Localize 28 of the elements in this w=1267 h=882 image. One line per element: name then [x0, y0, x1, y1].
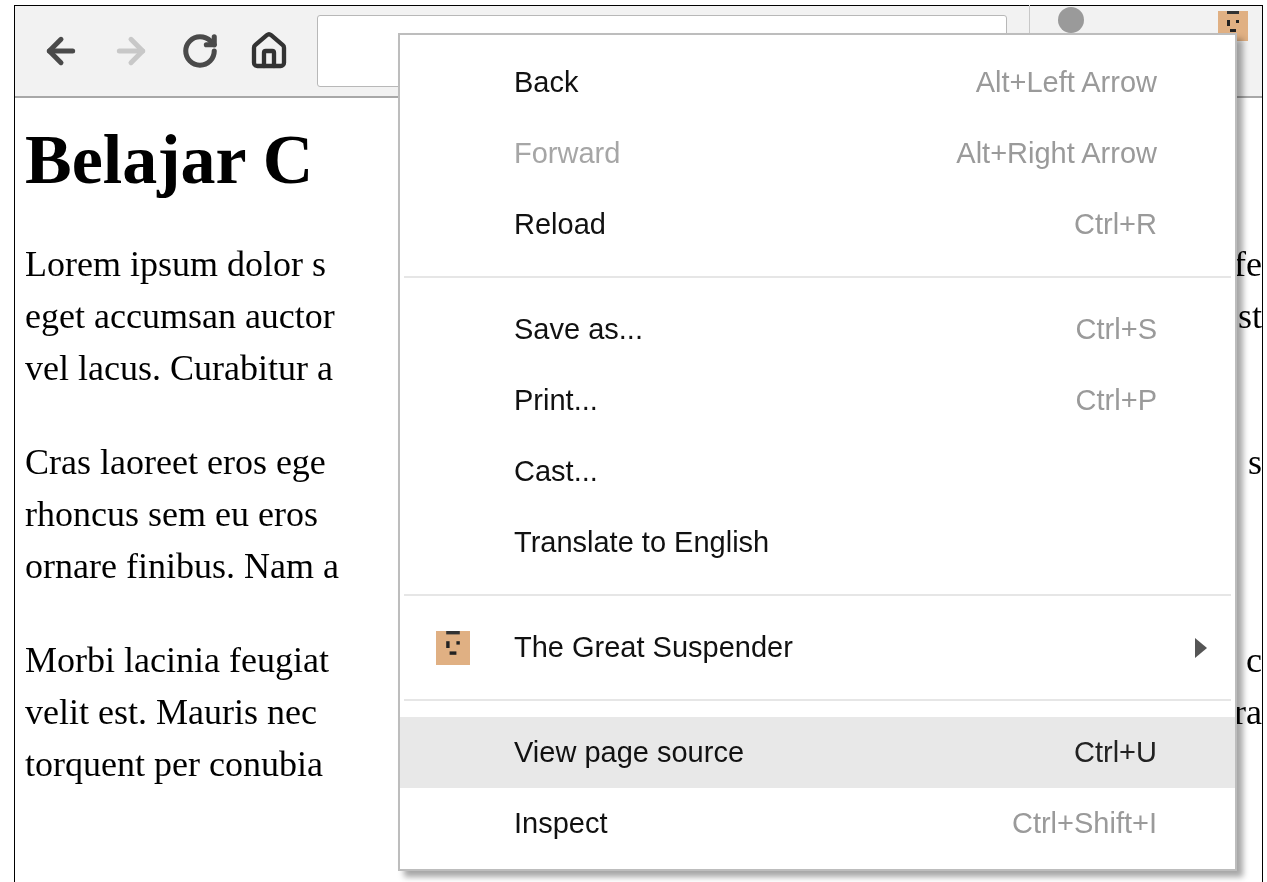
- paragraph-text: ra: [1234, 691, 1262, 734]
- menu-item[interactable]: Save as... Ctrl+S: [400, 294, 1235, 365]
- paragraph-text: eget accumsan auctor: [25, 295, 335, 338]
- menu-item[interactable]: The Great Suspender: [400, 612, 1235, 683]
- paragraph-text: fe: [1234, 243, 1262, 286]
- paragraph-text: s: [1248, 441, 1262, 484]
- paragraph-text: vel lacus. Curabitur a: [25, 347, 333, 390]
- menu-item[interactable]: Reload Ctrl+R: [400, 189, 1235, 260]
- menu-item[interactable]: Inspect Ctrl+Shift+I: [400, 788, 1235, 859]
- home-icon: [249, 31, 289, 71]
- paragraph-text: ornare finibus. Nam a: [25, 545, 339, 588]
- paragraph-text: Morbi lacinia feugiat: [25, 639, 329, 682]
- submenu-arrow-icon: [1195, 637, 1207, 658]
- paragraph-text: c: [1246, 639, 1262, 682]
- paragraph-text: velit est. Mauris nec: [25, 691, 317, 734]
- paragraph-text: st: [1238, 295, 1262, 338]
- menu-item[interactable]: Translate to English: [400, 507, 1235, 578]
- paragraph-text: rhoncus sem eu eros: [25, 493, 318, 536]
- suspender-face-icon: [436, 630, 470, 665]
- reload-icon: [181, 32, 219, 70]
- page-heading: Belajar C: [25, 120, 314, 200]
- menu-item[interactable]: Print... Ctrl+P: [400, 365, 1235, 436]
- paragraph-text: torquent per conubia: [25, 743, 323, 786]
- menu-item[interactable]: Back Alt+Left Arrow: [400, 47, 1235, 118]
- menu-item[interactable]: Cast...: [400, 436, 1235, 507]
- paragraph-text: Cras laoreet eros ege: [25, 441, 326, 484]
- paragraph-text: Lorem ipsum dolor s: [25, 243, 326, 286]
- menu-item[interactable]: View page source Ctrl+U: [400, 717, 1235, 788]
